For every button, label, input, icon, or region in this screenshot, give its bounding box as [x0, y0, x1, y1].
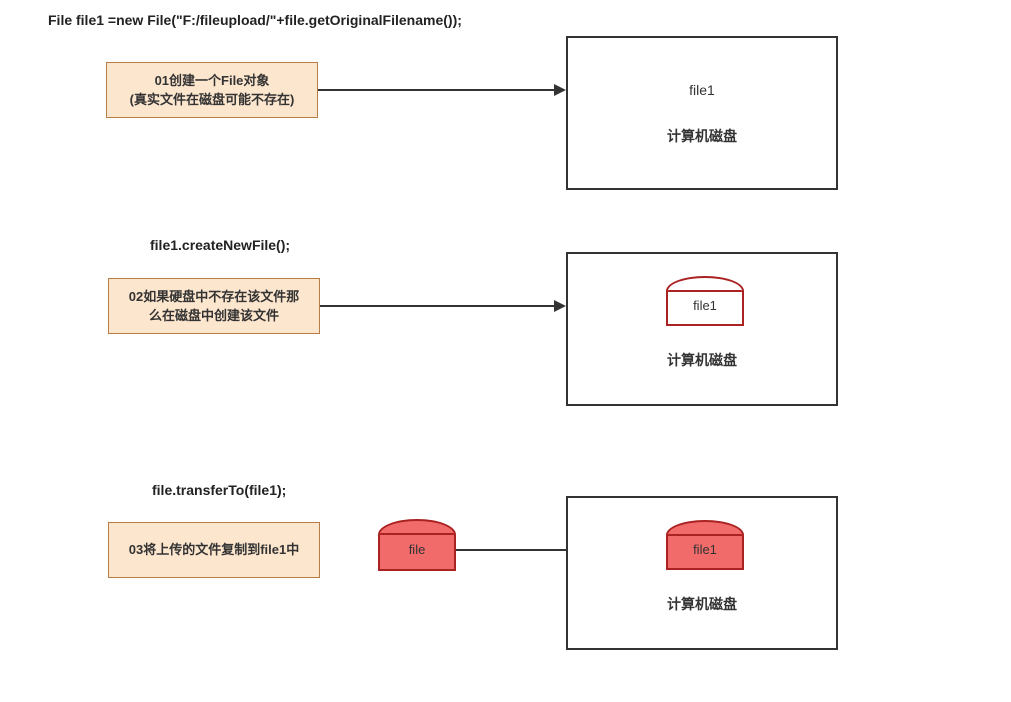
outside-file-shape: file — [378, 519, 456, 571]
code-line-1: File file1 =new File("F:/fileupload/"+fi… — [48, 12, 462, 28]
code-line-3: file.transferTo(file1); — [152, 482, 286, 498]
step-box-1: 01创建一个File对象 (真实文件在磁盘可能不存在) — [106, 62, 318, 118]
disk1-label: 计算机磁盘 — [568, 126, 836, 146]
arrow-2-head — [554, 300, 566, 312]
disk-box-3: file1 计算机磁盘 — [566, 496, 838, 650]
step3-text: 03将上传的文件复制到file1中 — [129, 540, 299, 560]
disk3-file-text: file1 — [693, 542, 717, 557]
disk2-file-shape: file1 — [666, 276, 744, 326]
disk-box-1: file1 计算机磁盘 — [566, 36, 838, 190]
arrow-2 — [320, 305, 554, 307]
arrow-1-head — [554, 84, 566, 96]
arrow-1 — [318, 89, 554, 91]
step-box-3: 03将上传的文件复制到file1中 — [108, 522, 320, 578]
step-box-2: 02如果硬盘中不存在该文件那 么在磁盘中创建该文件 — [108, 278, 320, 334]
disk3-file-shape: file1 — [666, 520, 744, 570]
code-line-2: file1.createNewFile(); — [150, 237, 290, 253]
disk2-label: 计算机磁盘 — [568, 350, 836, 370]
step1-text-l2: (真实文件在磁盘可能不存在) — [130, 92, 295, 107]
step1-text-l1: 01创建一个File对象 — [155, 73, 270, 88]
step2-text-l2: 么在磁盘中创建该文件 — [149, 308, 279, 323]
disk-box-2: file1 计算机磁盘 — [566, 252, 838, 406]
disk3-label: 计算机磁盘 — [568, 594, 836, 614]
outside-file-text: file — [409, 542, 426, 557]
step2-text-l1: 02如果硬盘中不存在该文件那 — [129, 289, 299, 304]
disk1-file-text: file1 — [568, 82, 836, 98]
disk2-file-text: file1 — [693, 298, 717, 313]
